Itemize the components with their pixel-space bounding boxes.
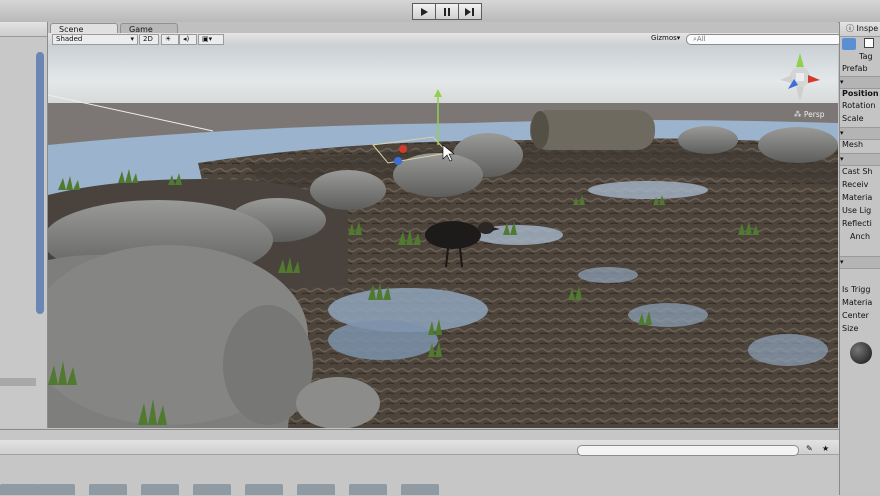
view-tabs: Scene Game [48, 22, 838, 35]
foldout-icon: ▾ [840, 155, 844, 163]
collider-section-header[interactable]: ▾ [840, 256, 880, 269]
renderer-row-anchor: Anch [850, 232, 871, 241]
inspector-title: Inspe [856, 24, 879, 33]
step-icon [465, 7, 474, 16]
pause-icon [444, 7, 450, 16]
hierarchy-scrollbar[interactable] [36, 52, 44, 314]
tag-label: Tag [859, 52, 873, 61]
folder-icon[interactable] [141, 484, 179, 495]
renderer-row-reflection-probes: Reflecti [842, 219, 872, 228]
renderer-row-cast-shadows: Cast Sh [842, 167, 873, 176]
hierarchy-header [0, 22, 47, 37]
active-checkbox[interactable] [864, 38, 874, 48]
mesh-renderer-section-header[interactable]: ▾ [840, 153, 880, 166]
speaker-icon: ◂) [183, 35, 190, 43]
audio-toggle[interactable]: ◂) [179, 34, 197, 45]
cube-icon [842, 38, 856, 50]
scene-render [48, 45, 838, 428]
collider-row-material: Materia [842, 298, 873, 307]
foldout-icon: ▾ [840, 258, 844, 266]
chevron-down-icon: ▾ [676, 34, 681, 42]
persp-text: Persp [803, 110, 825, 119]
scene-viewport[interactable]: ⁂ Persp [48, 45, 838, 428]
favorite-star-icon[interactable]: ★ [822, 444, 829, 453]
folder-icon[interactable] [245, 484, 283, 495]
image-icon: ▣ [202, 35, 209, 43]
lighting-toggle[interactable]: ☀ [161, 34, 179, 45]
folder-icon[interactable] [401, 484, 439, 495]
shading-mode-dropdown[interactable]: Shaded ▾ [52, 34, 138, 45]
folder-icon[interactable] [193, 484, 231, 495]
renderer-row-receive-shadows: Receiv [842, 180, 869, 189]
sun-icon: ☀ [165, 35, 172, 43]
gizmos-dropdown[interactable]: Gizmos▾ [648, 34, 684, 43]
search-placeholder: All [696, 35, 706, 43]
inspector-panel: ⓘ Inspe Tag Prefab ▾ Position Rotation S… [839, 22, 880, 495]
folder-icon[interactable] [349, 484, 387, 495]
label-filter-icon[interactable]: ✎ [806, 444, 813, 453]
scene-search-input[interactable]: ⌕All [686, 34, 842, 45]
folder-icon[interactable] [89, 484, 127, 495]
transform-row-rotation: Rotation [842, 101, 876, 110]
mesh-label: Mesh [842, 140, 864, 149]
main-toolbar [0, 0, 880, 23]
mode-2d-toggle[interactable]: 2D [139, 34, 159, 45]
renderer-row-materials: Materia [842, 193, 873, 202]
play-controls [412, 3, 482, 20]
gizmos-label: Gizmos [651, 34, 677, 42]
foldout-icon: ▾ [840, 78, 844, 86]
transform-section-header[interactable]: ▾ [840, 76, 880, 89]
project-search-input[interactable] [577, 445, 799, 456]
inspector-header[interactable]: ⓘ Inspe [840, 22, 880, 37]
folder-icon[interactable] [0, 484, 38, 495]
prefab-label: Prefab [842, 64, 868, 73]
mesh-filter-section-header[interactable]: ▾ [840, 127, 880, 140]
foldout-icon: ▾ [840, 129, 844, 137]
renderer-row-use-light-probes: Use Lig [842, 206, 872, 215]
hierarchy-panel [0, 22, 48, 428]
collider-row-is-trigger: Is Trigg [842, 285, 871, 294]
folder-icon[interactable] [297, 484, 335, 495]
transform-row-scale: Scale [842, 114, 864, 123]
chevron-down-icon: ▾ [208, 35, 213, 43]
material-preview-sphere [850, 342, 872, 364]
persp-icon: ⁂ [794, 110, 804, 119]
transform-row-position: Position [842, 89, 879, 98]
collider-row-center: Center [842, 311, 869, 320]
pause-button[interactable] [435, 3, 459, 20]
collider-row-size: Size [842, 324, 859, 333]
step-button[interactable] [458, 3, 482, 20]
hierarchy-divider [0, 378, 36, 386]
info-icon: ⓘ [846, 24, 857, 33]
chevron-down-icon: ▾ [130, 35, 134, 43]
play-button[interactable] [412, 3, 436, 20]
persp-label[interactable]: ⁂ Persp [794, 110, 825, 119]
effects-dropdown[interactable]: ▣▾ [198, 34, 224, 45]
shading-mode-label: Shaded [56, 35, 83, 43]
play-icon [421, 7, 428, 16]
folder-icon[interactable] [37, 484, 75, 495]
mode-2d-label: 2D [143, 35, 153, 43]
